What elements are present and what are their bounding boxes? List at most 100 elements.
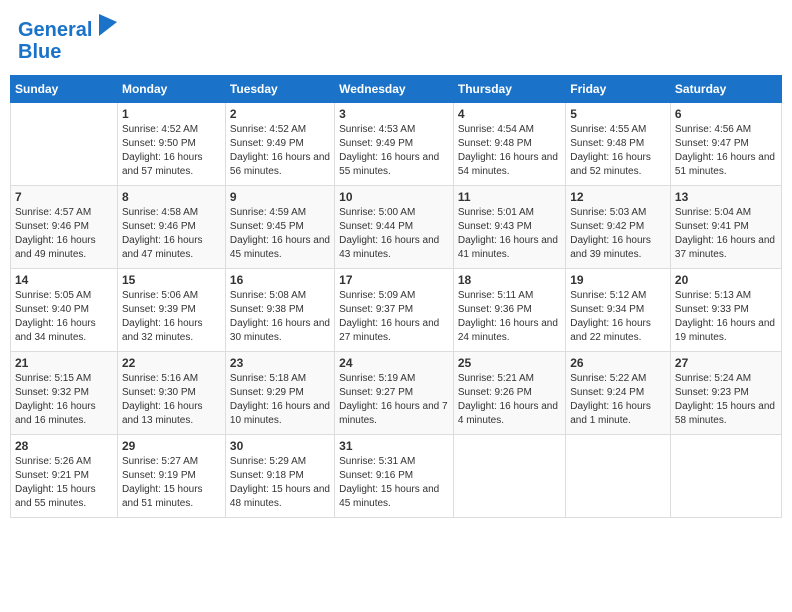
week-row-4: 21 Sunrise: 5:15 AM Sunset: 9:32 PM Dayli…: [11, 352, 782, 435]
day-info: Sunrise: 5:00 AM Sunset: 9:44 PM Dayligh…: [339, 206, 449, 262]
day-number: 3: [339, 107, 449, 121]
day-info: Sunrise: 5:16 AM Sunset: 9:30 PM Dayligh…: [122, 372, 221, 428]
day-number: 21: [15, 356, 113, 370]
day-cell: 31Sunrise: 5:31 AM Sunset: 9:16 PM Dayli…: [335, 435, 454, 518]
day-cell: 14 Sunrise: 5:05 AM Sunset: 9:40 PM Dayli…: [11, 269, 118, 352]
day-info: Sunrise: 4:54 AM Sunset: 9:48 PM Dayligh…: [458, 123, 561, 179]
day-number: 24: [339, 356, 449, 370]
day-info: Sunrise: 4:58 AM Sunset: 9:46 PM Dayligh…: [122, 206, 221, 262]
day-cell: [453, 435, 565, 518]
day-cell: 13 Sunrise: 5:04 AM Sunset: 9:41 PM Dayli…: [670, 186, 781, 269]
day-number: 14: [15, 273, 113, 287]
day-cell: 19 Sunrise: 5:12 AM Sunset: 9:34 PM Dayli…: [566, 269, 671, 352]
day-info: Sunrise: 4:56 AM Sunset: 9:47 PM Dayligh…: [675, 123, 777, 179]
day-number: 17: [339, 273, 449, 287]
day-cell: 7 Sunrise: 4:57 AM Sunset: 9:46 PM Daylig…: [11, 186, 118, 269]
day-cell: 26Sunrise: 5:22 AM Sunset: 9:24 PM Dayli…: [566, 352, 671, 435]
day-cell: 20Sunrise: 5:13 AM Sunset: 9:33 PM Dayli…: [670, 269, 781, 352]
day-info: Sunrise: 5:09 AM Sunset: 9:37 PM Dayligh…: [339, 289, 449, 345]
day-info: Sunrise: 5:04 AM Sunset: 9:41 PM Dayligh…: [675, 206, 777, 262]
column-header-friday: Friday: [566, 76, 671, 103]
logo-text: General: [18, 14, 117, 41]
day-number: 31: [339, 439, 449, 453]
day-info: Sunrise: 5:15 AM Sunset: 9:32 PM Dayligh…: [15, 372, 113, 428]
day-info: Sunrise: 5:19 AM Sunset: 9:27 PM Dayligh…: [339, 372, 449, 428]
column-header-tuesday: Tuesday: [225, 76, 334, 103]
calendar-body: 1 Sunrise: 4:52 AM Sunset: 9:50 PM Daylig…: [11, 103, 782, 518]
logo: General Blue: [18, 14, 117, 63]
day-cell: 27 Sunrise: 5:24 AM Sunset: 9:23 PM Dayli…: [670, 352, 781, 435]
day-number: 6: [675, 107, 777, 121]
column-header-thursday: Thursday: [453, 76, 565, 103]
page-header: General Blue: [10, 10, 782, 67]
day-info: Sunrise: 5:11 AM Sunset: 9:36 PM Dayligh…: [458, 289, 561, 345]
day-info: Sunrise: 5:12 AM Sunset: 9:34 PM Dayligh…: [570, 289, 666, 345]
day-number: 2: [230, 107, 330, 121]
day-info: Sunrise: 4:52 AM Sunset: 9:49 PM Dayligh…: [230, 123, 330, 179]
day-number: 4: [458, 107, 561, 121]
day-number: 30: [230, 439, 330, 453]
day-cell: 24 Sunrise: 5:19 AM Sunset: 9:27 PM Dayli…: [335, 352, 454, 435]
column-header-saturday: Saturday: [670, 76, 781, 103]
day-cell: 2 Sunrise: 4:52 AM Sunset: 9:49 PM Daylig…: [225, 103, 334, 186]
day-info: Sunrise: 5:29 AM Sunset: 9:18 PM Dayligh…: [230, 455, 330, 511]
day-info: Sunrise: 4:59 AM Sunset: 9:45 PM Dayligh…: [230, 206, 330, 262]
day-number: 25: [458, 356, 561, 370]
day-number: 5: [570, 107, 666, 121]
day-cell: 5 Sunrise: 4:55 AM Sunset: 9:48 PM Daylig…: [566, 103, 671, 186]
day-number: 29: [122, 439, 221, 453]
day-number: 27: [675, 356, 777, 370]
week-row-5: 28 Sunrise: 5:26 AM Sunset: 9:21 PM Dayli…: [11, 435, 782, 518]
day-cell: 11 Sunrise: 5:01 AM Sunset: 9:43 PM Dayli…: [453, 186, 565, 269]
day-cell: [670, 435, 781, 518]
day-number: 13: [675, 190, 777, 204]
day-info: Sunrise: 5:18 AM Sunset: 9:29 PM Dayligh…: [230, 372, 330, 428]
day-number: 9: [230, 190, 330, 204]
day-number: 16: [230, 273, 330, 287]
day-cell: 30 Sunrise: 5:29 AM Sunset: 9:18 PM Dayli…: [225, 435, 334, 518]
day-cell: 23 Sunrise: 5:18 AM Sunset: 9:29 PM Dayli…: [225, 352, 334, 435]
day-number: 1: [122, 107, 221, 121]
day-cell: 21 Sunrise: 5:15 AM Sunset: 9:32 PM Dayli…: [11, 352, 118, 435]
logo-icon: [99, 14, 117, 36]
day-cell: 22 Sunrise: 5:16 AM Sunset: 9:30 PM Dayli…: [117, 352, 225, 435]
column-header-sunday: Sunday: [11, 76, 118, 103]
day-number: 12: [570, 190, 666, 204]
day-number: 7: [15, 190, 113, 204]
day-info: Sunrise: 5:26 AM Sunset: 9:21 PM Dayligh…: [15, 455, 113, 511]
day-info: Sunrise: 5:27 AM Sunset: 9:19 PM Dayligh…: [122, 455, 221, 511]
day-info: Sunrise: 5:24 AM Sunset: 9:23 PM Dayligh…: [675, 372, 777, 428]
day-cell: 17 Sunrise: 5:09 AM Sunset: 9:37 PM Dayli…: [335, 269, 454, 352]
day-cell: [566, 435, 671, 518]
day-number: 10: [339, 190, 449, 204]
day-cell: 4 Sunrise: 4:54 AM Sunset: 9:48 PM Daylig…: [453, 103, 565, 186]
week-row-1: 1 Sunrise: 4:52 AM Sunset: 9:50 PM Daylig…: [11, 103, 782, 186]
day-number: 23: [230, 356, 330, 370]
day-cell: 6 Sunrise: 4:56 AM Sunset: 9:47 PM Daylig…: [670, 103, 781, 186]
day-number: 22: [122, 356, 221, 370]
day-number: 8: [122, 190, 221, 204]
day-number: 18: [458, 273, 561, 287]
day-info: Sunrise: 4:55 AM Sunset: 9:48 PM Dayligh…: [570, 123, 666, 179]
day-info: Sunrise: 4:57 AM Sunset: 9:46 PM Dayligh…: [15, 206, 113, 262]
day-info: Sunrise: 5:22 AM Sunset: 9:24 PM Dayligh…: [570, 372, 666, 428]
day-info: Sunrise: 5:06 AM Sunset: 9:39 PM Dayligh…: [122, 289, 221, 345]
day-cell: 3 Sunrise: 4:53 AM Sunset: 9:49 PM Daylig…: [335, 103, 454, 186]
day-info: Sunrise: 4:52 AM Sunset: 9:50 PM Dayligh…: [122, 123, 221, 179]
day-cell: 16Sunrise: 5:08 AM Sunset: 9:38 PM Dayli…: [225, 269, 334, 352]
day-number: 20: [675, 273, 777, 287]
day-number: 11: [458, 190, 561, 204]
day-cell: 1 Sunrise: 4:52 AM Sunset: 9:50 PM Daylig…: [117, 103, 225, 186]
day-number: 28: [15, 439, 113, 453]
week-row-3: 14 Sunrise: 5:05 AM Sunset: 9:40 PM Dayli…: [11, 269, 782, 352]
day-info: Sunrise: 5:01 AM Sunset: 9:43 PM Dayligh…: [458, 206, 561, 262]
day-info: Sunrise: 5:05 AM Sunset: 9:40 PM Dayligh…: [15, 289, 113, 345]
day-cell: 29 Sunrise: 5:27 AM Sunset: 9:19 PM Dayli…: [117, 435, 225, 518]
column-header-wednesday: Wednesday: [335, 76, 454, 103]
day-number: 19: [570, 273, 666, 287]
day-info: Sunrise: 5:03 AM Sunset: 9:42 PM Dayligh…: [570, 206, 666, 262]
day-info: Sunrise: 5:21 AM Sunset: 9:26 PM Dayligh…: [458, 372, 561, 428]
day-cell: 15Sunrise: 5:06 AM Sunset: 9:39 PM Dayli…: [117, 269, 225, 352]
day-cell: [11, 103, 118, 186]
day-info: Sunrise: 4:53 AM Sunset: 9:49 PM Dayligh…: [339, 123, 449, 179]
